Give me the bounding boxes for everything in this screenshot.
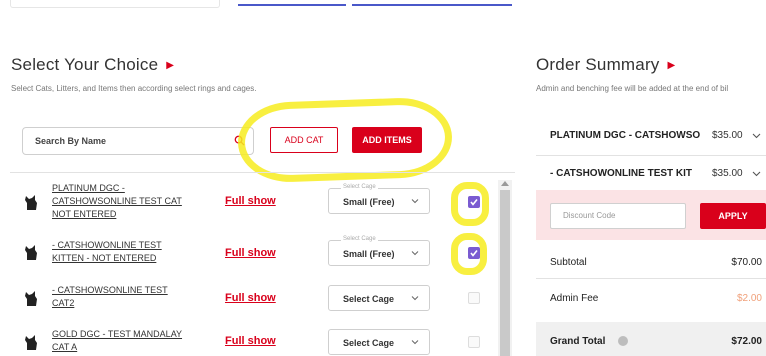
summary-title: Order Summary ▶ <box>536 55 675 75</box>
top-strip <box>0 0 766 14</box>
checkbox-checked[interactable] <box>468 247 480 259</box>
chevron-down-icon <box>411 251 419 256</box>
choice-title: Select Your Choice ▶ <box>11 55 174 75</box>
cat-name-line: PLATINUM DGC - <box>52 183 125 193</box>
cage-select-legend: Select Cage <box>341 184 378 190</box>
scroll-up-arrow-icon[interactable] <box>501 181 509 186</box>
summary-item-name[interactable]: - CATSHOWONLINE TEST KIT <box>550 168 692 179</box>
subtotal-value: $70.00 <box>731 257 762 268</box>
caret-right-icon: ▶ <box>667 60 676 71</box>
chevron-down-icon <box>411 199 419 204</box>
subtotal-label: Subtotal <box>550 257 587 268</box>
cat-icon <box>25 195 37 210</box>
choice-subtitle: Select Cats, Litters, and Items then acc… <box>11 84 257 93</box>
search-input[interactable]: Search By Name <box>22 127 254 155</box>
cat-name-line: CAT2 <box>52 298 75 308</box>
list-divider <box>10 172 515 173</box>
scrollbar-thumb[interactable] <box>500 190 510 356</box>
chevron-down-icon[interactable] <box>752 169 761 178</box>
cage-select-value: Small (Free) <box>343 249 395 259</box>
apply-button[interactable]: APPLY <box>700 203 766 229</box>
checkbox-unchecked[interactable] <box>468 292 480 304</box>
search-placeholder: Search By Name <box>35 136 107 146</box>
cage-select-value: Select Cage <box>343 294 395 304</box>
discount-code-input[interactable]: Discount Code <box>550 203 686 229</box>
admin-fee-label: Admin Fee <box>550 293 599 304</box>
list-item: PLATINUM DGC - CATSHOWSONLINE TEST CAT N… <box>10 180 500 224</box>
cat-name-link[interactable]: PLATINUM DGC - CATSHOWSONLINE TEST CAT N… <box>52 182 202 221</box>
cat-name-line: CATSHOWSONLINE TEST CAT <box>52 196 182 206</box>
cage-select[interactable]: Select Cage Small (Free) <box>328 236 430 266</box>
summary-title-text: Order Summary <box>536 55 660 74</box>
cage-select-value: Small (Free) <box>343 197 395 207</box>
cat-name-link[interactable]: - CATSHOWONLINE TEST KITTEN - NOT ENTERE… <box>52 239 202 265</box>
cat-icon <box>25 335 37 350</box>
cat-name-line: - CATSHOWSONLINE TEST <box>52 285 168 295</box>
cat-name-link[interactable]: GOLD DGC - TEST MANDALAY CAT A <box>52 328 202 354</box>
summary-subtitle: Admin and benching fee will be added at … <box>536 84 729 93</box>
top-tab[interactable] <box>352 0 512 6</box>
grand-total-label: Grand Total <box>550 336 606 347</box>
top-card <box>10 0 220 8</box>
grand-total-value: $72.00 <box>731 336 762 347</box>
choice-title-text: Select Your Choice <box>11 55 159 74</box>
divider <box>536 278 766 279</box>
admin-fee-value: $2.00 <box>736 293 762 304</box>
cat-name-link[interactable]: - CATSHOWSONLINE TEST CAT2 <box>52 284 202 310</box>
chevron-down-icon <box>411 340 419 345</box>
cat-name-line: KITTEN - NOT ENTERED <box>52 253 157 263</box>
full-show-link[interactable]: Full show <box>225 292 276 304</box>
top-tab[interactable] <box>238 0 346 6</box>
summary-item-name[interactable]: PLATINUM DGC - CATSHOWSO <box>550 130 700 141</box>
page: Select Your Choice ▶ Select Cats, Litters… <box>0 0 766 356</box>
list-item: - CATSHOWONLINE TEST KITTEN - NOT ENTERE… <box>10 232 500 276</box>
cat-icon <box>25 291 37 306</box>
chevron-down-icon[interactable] <box>752 131 761 140</box>
list-item: GOLD DGC - TEST MANDALAY CAT A Full show… <box>10 322 500 356</box>
yellow-highlight-circle <box>236 96 454 184</box>
cat-name-line: NOT ENTERED <box>52 209 117 219</box>
list-item: - CATSHOWSONLINE TEST CAT2 Full show Sel… <box>10 278 500 322</box>
summary-item-price: $35.00 <box>712 130 743 141</box>
checkbox-checked[interactable] <box>468 196 480 208</box>
cat-name-line: - CATSHOWONLINE TEST <box>52 240 162 250</box>
full-show-link[interactable]: Full show <box>225 247 276 259</box>
cage-select[interactable]: Select Cage <box>328 285 430 311</box>
summary-item-price: $35.00 <box>712 168 743 179</box>
info-icon[interactable] <box>618 336 628 346</box>
full-show-link[interactable]: Full show <box>225 195 276 207</box>
divider <box>536 155 766 156</box>
cage-select[interactable]: Select Cage Small (Free) <box>328 184 430 214</box>
cat-icon <box>25 245 37 260</box>
cage-select-legend: Select Cage <box>341 236 378 242</box>
cat-name-line: GOLD DGC - TEST MANDALAY <box>52 329 183 339</box>
full-show-link[interactable]: Full show <box>225 335 276 347</box>
caret-right-icon: ▶ <box>166 60 175 71</box>
cat-name-line: CAT A <box>52 342 78 352</box>
checkbox-unchecked[interactable] <box>468 336 480 348</box>
cage-select-value: Select Cage <box>343 338 395 348</box>
cage-select[interactable]: Select Cage <box>328 329 430 355</box>
chevron-down-icon <box>411 296 419 301</box>
